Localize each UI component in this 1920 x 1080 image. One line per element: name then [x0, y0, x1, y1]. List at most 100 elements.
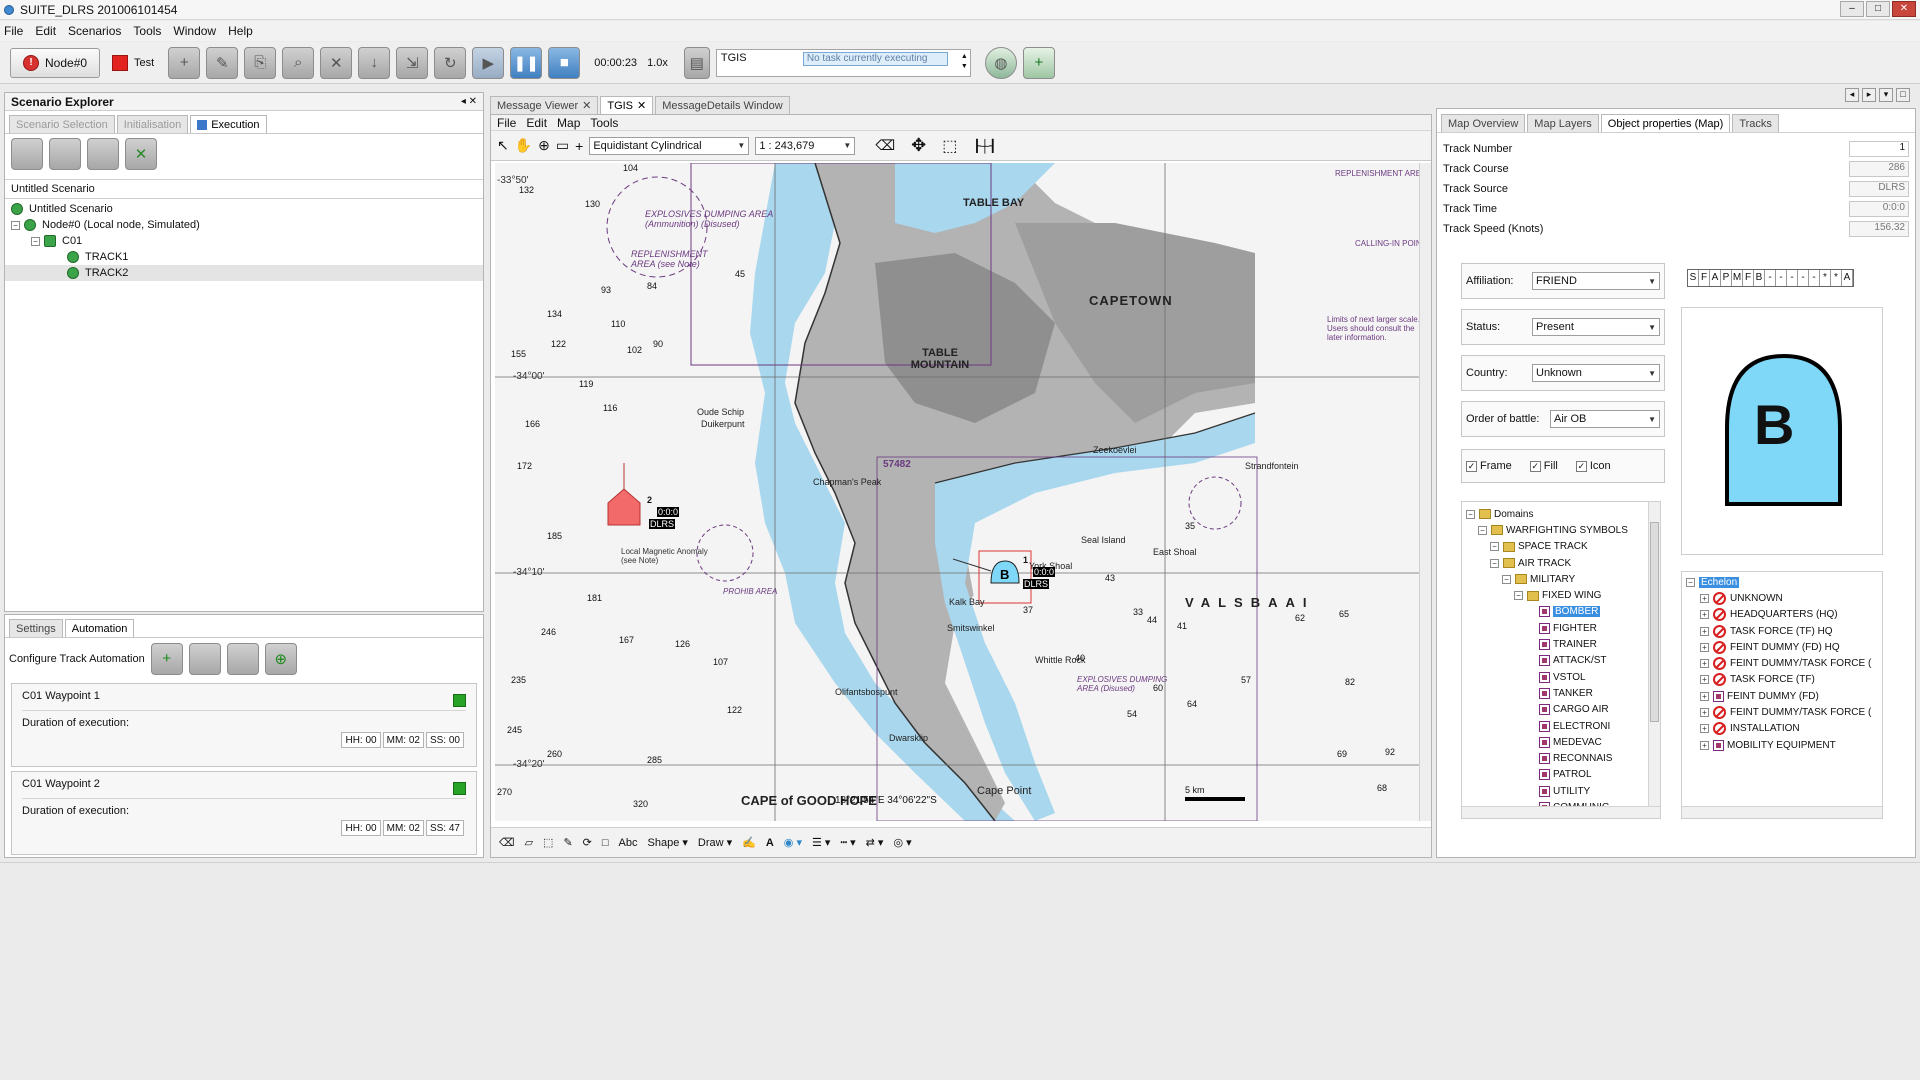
lasso-icon[interactable]: ⟳ — [583, 836, 592, 849]
maximize-button[interactable]: □ — [1866, 1, 1890, 17]
domain-tree-item[interactable]: ATTACK/ST — [1462, 653, 1646, 669]
maximize-panel-icon[interactable]: □ — [1896, 88, 1910, 102]
copy-scenario-icon[interactable]: ⎘ — [244, 46, 277, 79]
expand-icon[interactable]: − — [1502, 574, 1511, 584]
hh-field[interactable]: HH: 00 — [341, 820, 381, 836]
domains-scrollbar[interactable] — [1648, 502, 1660, 818]
menu-window[interactable]: Window — [173, 24, 216, 38]
domains-hscrollbar[interactable] — [1462, 806, 1660, 818]
collapse-icon[interactable]: − — [11, 220, 20, 230]
expand-icon[interactable]: + — [1700, 626, 1709, 636]
tab-message-details[interactable]: MessageDetails Window — [655, 96, 790, 114]
map-menu-map[interactable]: Map — [557, 116, 580, 130]
close-button[interactable]: ✕ — [1892, 1, 1916, 17]
map-menu-tools[interactable]: Tools — [590, 116, 618, 130]
echelon-tree-item[interactable]: + TASK FORCE (TF) — [1682, 672, 1882, 688]
edit-scenario-icon[interactable]: ✎ — [206, 46, 239, 79]
node-button[interactable]: ! Node#0 — [10, 47, 101, 78]
explorer-reset-icon[interactable] — [87, 137, 119, 170]
prop-value[interactable]: 1 — [1849, 141, 1909, 157]
document-icon[interactable]: ▤ — [683, 46, 710, 79]
eraser-icon[interactable]: ⌫ — [499, 836, 515, 849]
tab-automation[interactable]: Automation — [64, 619, 135, 637]
tab-map-overview[interactable]: Map Overview — [1441, 114, 1526, 132]
refresh-icon[interactable]: ↻ — [434, 46, 467, 79]
delete-scenario-icon[interactable]: ✕ — [320, 46, 353, 79]
echelon-tree-item[interactable]: + MOBILITY EQUIPMENT — [1682, 737, 1882, 753]
domain-tree-item[interactable]: − MILITARY — [1462, 571, 1646, 587]
domain-tree-item[interactable]: MEDEVAC — [1462, 734, 1646, 750]
expand-icon[interactable]: + — [1700, 740, 1709, 750]
scrollbar-thumb[interactable] — [1650, 522, 1659, 722]
domain-tree-item[interactable]: ELECTRONI — [1462, 718, 1646, 734]
domain-tree-item[interactable]: − Domains — [1462, 506, 1646, 522]
play-icon[interactable]: ▶ — [472, 46, 505, 79]
rectangle-icon[interactable]: □ — [602, 837, 609, 849]
expand-icon[interactable]: − — [1686, 577, 1695, 587]
tab-execution[interactable]: Execution — [190, 115, 267, 133]
test-icon[interactable] — [112, 54, 129, 71]
add-scenario-icon[interactable]: + — [168, 46, 201, 79]
domain-tree-item[interactable]: VSTOL — [1462, 669, 1646, 685]
prev-icon[interactable]: ◂ — [1845, 88, 1859, 102]
open-folder-icon[interactable]: ▱ — [525, 836, 533, 849]
echelon-tree-item[interactable]: + TASK FORCE (TF) HQ — [1682, 623, 1882, 639]
collapse-icon[interactable]: − — [31, 236, 40, 246]
expand-icon[interactable]: − — [1466, 509, 1475, 519]
echelon-tree-item[interactable]: + HEADQUARTERS (HQ) — [1682, 607, 1882, 623]
pointer-icon[interactable]: ↖ — [497, 137, 509, 154]
domain-tree-item[interactable]: TANKER — [1462, 685, 1646, 701]
status-select[interactable]: Present ▼ — [1532, 318, 1660, 336]
tab-tgis[interactable]: TGIS ✕ — [600, 96, 654, 114]
add-waypoint-icon[interactable]: + — [150, 642, 183, 675]
waypoint-remove-icon[interactable] — [226, 642, 259, 675]
add-node-icon[interactable]: + — [1022, 46, 1055, 79]
menu-tools[interactable]: Tools — [133, 24, 161, 38]
domain-tree-item[interactable]: − AIR TRACK — [1462, 555, 1646, 571]
ss-field[interactable]: SS: 00 — [425, 732, 464, 748]
echelon-hscrollbar[interactable] — [1682, 806, 1882, 818]
tab-tracks[interactable]: Tracks — [1732, 114, 1779, 132]
order-of-battle-select[interactable]: Air OB ▼ — [1550, 410, 1660, 428]
menu-help[interactable]: Help — [228, 24, 253, 38]
domain-tree-item[interactable]: FIGHTER — [1462, 620, 1646, 636]
expand-icon[interactable]: + — [1700, 659, 1709, 669]
panel-controls-icon[interactable]: ◂ ✕ — [461, 96, 477, 107]
expand-icon[interactable]: − — [1478, 525, 1487, 535]
domain-tree-item[interactable]: RECONNAIS — [1462, 750, 1646, 766]
menu-edit[interactable]: Edit — [35, 24, 56, 38]
search-scenario-icon[interactable]: ⌕ — [282, 46, 315, 79]
expand-icon[interactable]: − — [1514, 591, 1523, 601]
icon-checkbox[interactable]: ✓ Icon — [1575, 460, 1611, 472]
next-icon[interactable]: ▸ — [1862, 88, 1876, 102]
tab-map-layers[interactable]: Map Layers — [1527, 114, 1599, 132]
nautical-chart[interactable]: B -33°50' -34°00' -34°10' -34°20' TABLE … — [495, 163, 1431, 821]
menu-file[interactable]: File — [4, 24, 23, 38]
echelon-tree-item[interactable]: + FEINT DUMMY (FD) — [1682, 688, 1882, 704]
echelon-root[interactable]: − Echelon — [1682, 574, 1882, 590]
expand-icon[interactable]: + — [1700, 691, 1709, 701]
crosshair-icon[interactable]: + — [575, 138, 583, 154]
expand-icon[interactable]: + — [1700, 675, 1709, 685]
zoom-icon[interactable]: ⊕ — [538, 137, 550, 154]
shape-menu[interactable]: Shape ▾ — [648, 836, 688, 849]
erase-icon[interactable]: ⌫ — [875, 137, 895, 154]
pause-icon[interactable]: ❚❚ — [510, 46, 543, 79]
echelon-tree-item[interactable]: + UNKNOWN — [1682, 590, 1882, 606]
map-menu-edit[interactable]: Edit — [526, 116, 547, 130]
text-icon[interactable]: Abc — [619, 837, 638, 849]
expand-icon[interactable]: + — [1700, 642, 1709, 652]
expand-icon[interactable]: − — [1490, 558, 1499, 568]
frame-checkbox[interactable]: ✓ Frame — [1466, 460, 1512, 472]
domain-tree-item[interactable]: CARGO AIR — [1462, 702, 1646, 718]
line-weight-icon[interactable]: ☰ ▾ — [812, 836, 830, 849]
draw-menu[interactable]: Draw ▾ — [698, 836, 732, 849]
expand-icon[interactable]: + — [1700, 593, 1709, 603]
tab-initialisation[interactable]: Initialisation — [116, 115, 189, 133]
expand-icon[interactable]: + — [1700, 708, 1709, 718]
fill-checkbox[interactable]: ✓ Fill — [1529, 460, 1558, 472]
chart-scrollbar[interactable] — [1419, 163, 1431, 821]
domain-tree-item[interactable]: − SPACE TRACK — [1462, 539, 1646, 555]
waypoint-edit-icon[interactable] — [188, 642, 221, 675]
domain-tree-item[interactable]: BOMBER — [1462, 604, 1646, 620]
